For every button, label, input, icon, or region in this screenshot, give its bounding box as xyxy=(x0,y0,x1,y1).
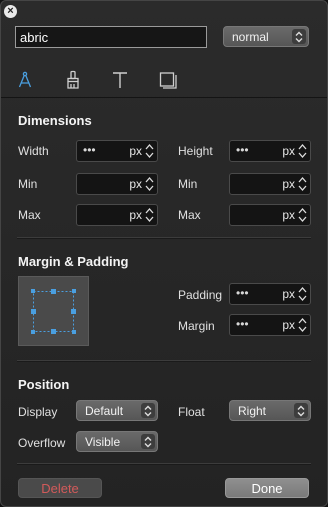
stepper-icon[interactable] xyxy=(298,143,307,159)
height-value: ••• xyxy=(236,143,249,157)
width-field[interactable]: ••• px xyxy=(76,140,158,162)
min-height-unit: px xyxy=(282,177,295,191)
box-icon[interactable] xyxy=(158,70,178,90)
height-unit: px xyxy=(282,144,295,158)
stepper-icon[interactable] xyxy=(298,286,307,302)
chevron-updown-icon xyxy=(294,403,308,418)
chevron-updown-icon xyxy=(292,29,306,44)
min-width-field[interactable]: px xyxy=(76,173,158,195)
min-height-label: Min xyxy=(178,177,198,191)
overflow-label: Overflow xyxy=(18,436,66,450)
margin-field[interactable]: ••• px xyxy=(229,314,311,336)
max-height-field[interactable]: px xyxy=(229,204,311,226)
width-label: Width xyxy=(18,144,49,158)
stepper-icon[interactable] xyxy=(298,176,307,192)
done-button[interactable]: Done xyxy=(225,478,309,498)
section-divider xyxy=(17,463,311,465)
width-value: ••• xyxy=(83,143,96,157)
position-title: Position xyxy=(18,377,70,392)
overflow-value: Visible xyxy=(85,435,121,449)
style-inspector-panel: × normal xyxy=(0,0,328,507)
compass-icon[interactable] xyxy=(15,70,35,90)
float-select[interactable]: Right xyxy=(229,400,311,421)
style-state-select[interactable]: normal xyxy=(223,26,309,47)
stepper-icon[interactable] xyxy=(145,176,154,192)
max-height-label: Max xyxy=(178,208,201,222)
width-unit: px xyxy=(129,144,142,158)
box-model-widget[interactable] xyxy=(18,276,89,346)
style-state-value: normal xyxy=(232,30,269,44)
stepper-icon[interactable] xyxy=(298,207,307,223)
dimensions-title: Dimensions xyxy=(18,113,92,128)
stepper-icon[interactable] xyxy=(145,143,154,159)
display-value: Default xyxy=(85,404,124,418)
margin-label: Margin xyxy=(178,319,215,333)
max-width-label: Max xyxy=(18,208,41,222)
chevron-updown-icon xyxy=(141,403,155,418)
height-label: Height xyxy=(178,144,213,158)
display-select[interactable]: Default xyxy=(76,400,158,421)
class-name-input[interactable] xyxy=(15,26,207,48)
min-height-field[interactable]: px xyxy=(229,173,311,195)
min-width-unit: px xyxy=(129,177,142,191)
close-icon[interactable]: × xyxy=(4,5,17,18)
padding-unit: px xyxy=(282,287,295,301)
max-width-field[interactable]: px xyxy=(76,204,158,226)
float-value: Right xyxy=(238,404,267,418)
stepper-icon[interactable] xyxy=(298,317,307,333)
padding-field[interactable]: ••• px xyxy=(229,283,311,305)
stepper-icon[interactable] xyxy=(145,207,154,223)
margin-value: ••• xyxy=(236,317,249,331)
min-width-label: Min xyxy=(18,177,38,191)
delete-button[interactable]: Delete xyxy=(18,478,102,498)
display-label: Display xyxy=(18,405,58,419)
section-divider xyxy=(17,237,311,239)
overflow-select[interactable]: Visible xyxy=(76,431,158,452)
padding-label: Padding xyxy=(178,288,223,302)
max-width-unit: px xyxy=(129,208,142,222)
height-field[interactable]: ••• px xyxy=(229,140,311,162)
max-height-unit: px xyxy=(282,208,295,222)
padding-value: ••• xyxy=(236,286,249,300)
chevron-updown-icon xyxy=(141,434,155,449)
brush-icon[interactable] xyxy=(63,70,83,90)
text-icon[interactable] xyxy=(110,70,130,90)
section-divider xyxy=(17,360,311,362)
float-label: Float xyxy=(178,405,205,419)
margin-unit: px xyxy=(282,318,295,332)
margin-padding-title: Margin & Padding xyxy=(18,254,129,269)
tab-bar xyxy=(1,63,327,98)
